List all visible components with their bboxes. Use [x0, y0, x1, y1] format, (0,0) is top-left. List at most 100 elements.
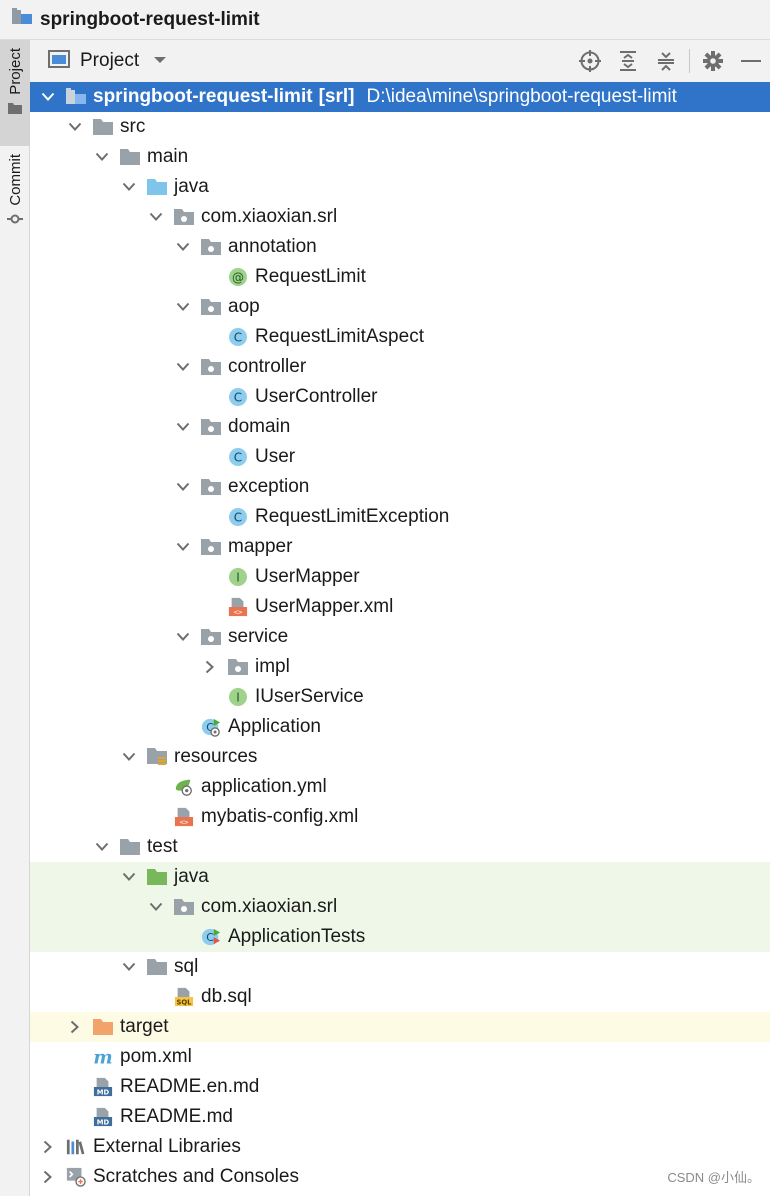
tree-row-resources[interactable]: resources: [30, 742, 770, 772]
tree-row-controller[interactable]: controller: [30, 352, 770, 382]
tree-row-com-xiaoxian-srl[interactable]: com.xiaoxian.srl: [30, 202, 770, 232]
tree-row-springboot-request-limit[interactable]: springboot-request-limit [srl] D:\idea\min…: [30, 82, 770, 112]
tree-row-com-xiaoxian-srl[interactable]: com.xiaoxian.srl: [30, 892, 770, 922]
chevron-down-icon[interactable]: [175, 629, 191, 645]
tree-row-mapper[interactable]: mapper: [30, 532, 770, 562]
folder-icon: [120, 837, 140, 857]
tree-row-usercontroller[interactable]: C UserController: [30, 382, 770, 412]
chevron-right-icon[interactable]: [202, 659, 218, 675]
left-tool-strip: Project Commit: [0, 40, 30, 1196]
chevron-down-icon[interactable]: [175, 359, 191, 375]
tree-row-aop[interactable]: aop: [30, 292, 770, 322]
package-icon: [201, 537, 221, 557]
tree-item-label: RequestLimitException: [255, 506, 450, 527]
minimize-icon[interactable]: [732, 40, 770, 82]
tree-item-label: sql: [174, 956, 199, 977]
tree-item-label: service: [228, 626, 289, 647]
chevron-down-icon[interactable]: [121, 869, 137, 885]
chevron-down-icon[interactable]: [148, 899, 164, 915]
tree-row-exception[interactable]: exception: [30, 472, 770, 502]
tree-item-label: ApplicationTests: [228, 926, 366, 947]
tree-row-annotation[interactable]: annotation: [30, 232, 770, 262]
tree-row-target[interactable]: target: [30, 1012, 770, 1042]
package-icon: [201, 357, 221, 377]
tree-row-user[interactable]: C User: [30, 442, 770, 472]
tree-row-application[interactable]: C Application: [30, 712, 770, 742]
tree-row-external-libraries[interactable]: External Libraries: [30, 1132, 770, 1162]
excluded-folder-icon: [93, 1017, 113, 1037]
module-tag: [srl]: [318, 86, 355, 107]
chevron-right-icon[interactable]: [67, 1019, 83, 1035]
tree-row-requestlimitaspect[interactable]: C RequestLimitAspect: [30, 322, 770, 352]
tab-project[interactable]: Project: [0, 40, 30, 146]
chevron-down-icon[interactable]: [94, 149, 110, 165]
tree-row-application-yml[interactable]: application.yml: [30, 772, 770, 802]
chevron-down-icon[interactable]: [148, 209, 164, 225]
title-bar: springboot-request-limit: [0, 0, 770, 40]
chevron-down-icon[interactable]: [40, 89, 56, 105]
tree-row-usermapper-xml[interactable]: <> UserMapper.xml: [30, 592, 770, 622]
chevron-down-icon[interactable]: [94, 839, 110, 855]
tree-row-sql[interactable]: sql: [30, 952, 770, 982]
sql-file-icon: SQL: [174, 987, 194, 1007]
tree-row-main[interactable]: main: [30, 142, 770, 172]
xml-file-icon: <>: [174, 807, 194, 827]
tree-row-domain[interactable]: domain: [30, 412, 770, 442]
tree-item-label: RequestLimit: [255, 266, 366, 287]
chevron-down-icon[interactable]: [67, 119, 83, 135]
svg-text:<>: <>: [180, 817, 189, 826]
chevron-down-icon[interactable]: [121, 959, 137, 975]
tree-item-label: External Libraries: [93, 1136, 241, 1157]
tree-item-label: aop: [228, 296, 260, 317]
tree-row-iuserservice[interactable]: I IUserService: [30, 682, 770, 712]
tree-row-src[interactable]: src: [30, 112, 770, 142]
tree-row-requestlimitexception[interactable]: C RequestLimitException: [30, 502, 770, 532]
tree-row-mybatis-config-xml[interactable]: <> mybatis-config.xml: [30, 802, 770, 832]
tree-item-label: resources: [174, 746, 258, 767]
expand-all-icon[interactable]: [609, 40, 647, 82]
chevron-right-icon[interactable]: [40, 1169, 56, 1185]
chevron-down-icon[interactable]: [175, 419, 191, 435]
tree-row-service[interactable]: service: [30, 622, 770, 652]
module-icon: [66, 87, 86, 107]
project-tool-header: Project: [30, 40, 770, 82]
tree-row-java[interactable]: java: [30, 862, 770, 892]
toolbar-separator: [689, 49, 690, 73]
tree-row-test[interactable]: test: [30, 832, 770, 862]
chevron-down-icon[interactable]: [121, 749, 137, 765]
tree-row-applicationtests[interactable]: C ApplicationTests: [30, 922, 770, 952]
tree-row-requestlimit[interactable]: @ RequestLimit: [30, 262, 770, 292]
folder-icon: [93, 117, 113, 137]
tree-row-scratches-and-consoles[interactable]: Scratches and Consoles: [30, 1162, 770, 1192]
tab-commit-label: Commit: [6, 154, 24, 206]
chevron-down-icon[interactable]: [153, 52, 167, 70]
package-icon: [201, 297, 221, 317]
tree-row-readme-md[interactable]: MD README.md: [30, 1102, 770, 1132]
resources-folder-icon: [147, 747, 167, 767]
package-icon: [201, 417, 221, 437]
package-icon: [201, 237, 221, 257]
tree-item-label: domain: [228, 416, 291, 437]
tree-row-readme-en-md[interactable]: MD README.en.md: [30, 1072, 770, 1102]
chevron-right-icon[interactable]: [40, 1139, 56, 1155]
tab-commit[interactable]: Commit: [0, 154, 30, 254]
source-folder-icon: [147, 177, 167, 197]
svg-text:MD: MD: [97, 1088, 110, 1096]
tree-row-pom-xml[interactable]: m pom.xml: [30, 1042, 770, 1072]
svg-text:SQL: SQL: [176, 998, 192, 1006]
chevron-down-icon[interactable]: [175, 539, 191, 555]
tree-row-java[interactable]: java: [30, 172, 770, 202]
chevron-down-icon[interactable]: [175, 479, 191, 495]
tree-row-usermapper[interactable]: I UserMapper: [30, 562, 770, 592]
chevron-down-icon[interactable]: [175, 299, 191, 315]
tool-window-title[interactable]: Project: [80, 50, 139, 72]
locate-icon[interactable]: [571, 40, 609, 82]
chevron-down-icon[interactable]: [175, 239, 191, 255]
collapse-all-icon[interactable]: [647, 40, 685, 82]
class-icon: C: [228, 447, 248, 467]
tree-item-label: annotation: [228, 236, 317, 257]
gear-icon[interactable]: [694, 40, 732, 82]
tree-row-impl[interactable]: impl: [30, 652, 770, 682]
tree-row-db-sql[interactable]: SQL db.sql: [30, 982, 770, 1012]
chevron-down-icon[interactable]: [121, 179, 137, 195]
